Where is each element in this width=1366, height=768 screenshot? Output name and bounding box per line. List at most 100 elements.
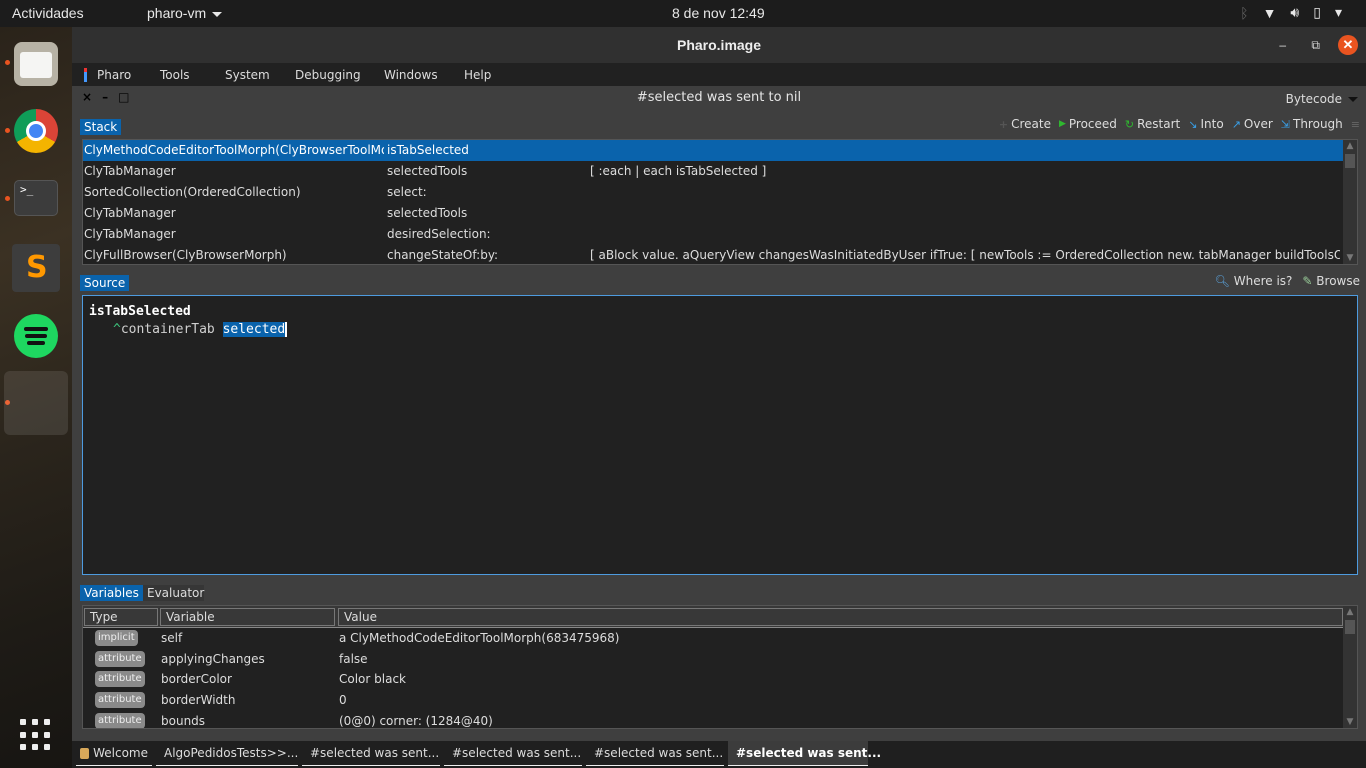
system-menu-caret-icon[interactable]: ▾ [1335, 4, 1342, 21]
variables-tab[interactable]: Variables [80, 585, 143, 601]
browse-button[interactable]: ✎ Browse [1302, 274, 1360, 288]
taskbar-item-browser[interactable]: AlgoPedidosTests>>... [156, 741, 298, 766]
evaluator-tab[interactable]: Evaluator [143, 585, 204, 601]
scroll-up-icon[interactable]: ▲ [1343, 606, 1357, 618]
bluetooth-icon[interactable]: ᛒ [1240, 5, 1248, 21]
volume-icon[interactable]: 🔊︎ [1290, 4, 1299, 21]
create-button[interactable]: + Create [999, 117, 1051, 131]
system-tray[interactable]: ᛒ ▼ 🔊︎ ▯ ▾ [1240, 4, 1342, 21]
column-header-type[interactable]: Type [84, 608, 158, 626]
menu-pharo[interactable]: Pharo [97, 68, 160, 82]
proceed-button[interactable]: ▶ Proceed [1059, 117, 1117, 131]
variable-name: applyingChanges [161, 651, 265, 666]
files-app-icon[interactable] [14, 42, 58, 86]
clock[interactable]: 8 de nov 12:49 [672, 5, 765, 21]
menu-tools[interactable]: Tools [160, 68, 225, 82]
taskbar-item-debugger[interactable]: #selected was sent... [586, 741, 724, 766]
restart-label: Restart [1137, 117, 1181, 131]
variable-row[interactable]: attribute bounds (0@0) corner: (1284@40) [83, 711, 1357, 728]
activities-button[interactable]: Actividades [12, 5, 84, 21]
app-menu-label: pharo-vm [147, 5, 207, 21]
taskbar-item-debugger-active[interactable]: #selected was sent... [728, 741, 881, 766]
running-indicator [5, 196, 10, 201]
pharo-window: Pharo.image – ⧉ ✕ Pharo Tools System Deb… [72, 27, 1366, 768]
task-label: Welcome [93, 746, 148, 760]
where-is-button[interactable]: 🔍︎ Where is? [1215, 274, 1293, 288]
taskbar-item-welcome[interactable]: Welcome [76, 741, 152, 766]
over-button[interactable]: ↗ Over [1232, 117, 1273, 131]
type-badge: attribute [95, 650, 145, 667]
scroll-up-icon[interactable]: ▲ [1343, 140, 1357, 152]
stack-frame-row[interactable]: ClyFullBrowser(ClyBrowserMorph) changeSta… [83, 245, 1357, 264]
toolbar-menu-icon[interactable]: ≡ [1351, 118, 1360, 131]
variables-scrollbar[interactable]: ▲ ▼ [1343, 606, 1357, 728]
proceed-icon: ▶ [1058, 119, 1066, 129]
scroll-down-icon[interactable]: ▼ [1343, 716, 1357, 728]
menu-help[interactable]: Help [464, 68, 491, 82]
variable-row[interactable]: attribute applyingChanges false [83, 649, 1357, 670]
maximize-button[interactable]: ⧉ [1311, 27, 1320, 63]
dock: >_ [0, 27, 72, 768]
wifi-icon[interactable]: ▼ [1263, 5, 1277, 21]
spotify-wave [27, 341, 45, 345]
where-is-icon: 🔍︎ [1214, 274, 1230, 288]
variable-row[interactable]: attribute borderWidth 0 [83, 690, 1357, 711]
source-code-editor[interactable]: isTabSelected ^containerTab selected [82, 295, 1358, 575]
close-button[interactable]: ✕ [1338, 35, 1358, 55]
scroll-down-icon[interactable]: ▼ [1343, 252, 1357, 264]
spotify-wave [24, 327, 48, 331]
variable-row[interactable]: implicit self a ClyMethodCodeEditorToolMor… [83, 628, 1357, 649]
window-titlebar[interactable]: Pharo.image – ⧉ ✕ [72, 27, 1366, 63]
into-button[interactable]: ↘ Into [1188, 117, 1223, 131]
restart-button[interactable]: ↻ Restart [1125, 117, 1180, 131]
browse-icon: ✎ [1302, 274, 1313, 288]
source-tab[interactable]: Source [80, 275, 130, 291]
proceed-label: Proceed [1068, 117, 1117, 131]
stack-frame-row[interactable]: ClyTabManager desiredSelection: [83, 224, 1357, 245]
menu-system[interactable]: System [225, 68, 295, 82]
variable-row[interactable]: attribute borderColor Color black [83, 669, 1357, 690]
battery-icon[interactable]: ▯ [1313, 4, 1321, 21]
pharo-app-icon[interactable] [4, 371, 68, 435]
bytecode-selector[interactable]: Bytecode [1286, 92, 1358, 106]
running-indicator [5, 128, 10, 133]
stack-frame-row[interactable]: ClyTabManager selectedTools[ :each | each… [83, 161, 1357, 182]
column-header-variable[interactable]: Variable [160, 608, 335, 626]
chrome-app-icon[interactable] [14, 109, 58, 153]
type-badge: attribute [95, 671, 145, 688]
variable-name: borderColor [161, 672, 232, 687]
create-label: Create [1011, 117, 1051, 131]
sublime-text-app-icon[interactable] [12, 244, 60, 292]
variables-table[interactable]: Type Variable Value implicit self a ClyMet… [82, 605, 1358, 729]
debugger-titlebar[interactable]: × – □ #selected was sent to nil Bytecode [72, 86, 1366, 111]
taskbar-item-debugger[interactable]: #selected was sent... [444, 741, 582, 766]
type-badge: attribute [95, 712, 145, 728]
return-symbol: ^ [113, 322, 121, 337]
minimize-button[interactable]: – [1279, 27, 1286, 63]
stack-frame-row[interactable]: ClyTabManager selectedTools [83, 203, 1357, 224]
into-label: Into [1200, 117, 1224, 131]
terminal-app-icon[interactable]: >_ [14, 180, 58, 216]
through-button[interactable]: ⇲ Through [1281, 117, 1343, 131]
into-icon: ↘ [1188, 117, 1198, 131]
scroll-thumb[interactable] [1345, 620, 1355, 634]
stack-list[interactable]: ClyMethodCodeEditorToolMorph(ClyBrowserT… [82, 139, 1358, 265]
stack-scrollbar[interactable]: ▲ ▼ [1343, 140, 1357, 264]
variable-value: 0 [339, 693, 347, 708]
column-header-value[interactable]: Value [338, 608, 1343, 626]
menu-windows[interactable]: Windows [384, 68, 464, 82]
show-applications-icon[interactable] [20, 719, 52, 751]
taskbar-item-debugger[interactable]: #selected was sent... [302, 741, 440, 766]
stack-tab[interactable]: Stack [80, 119, 122, 135]
create-icon: + [998, 117, 1009, 131]
over-icon: ↗ [1231, 117, 1241, 131]
pharo-logo-icon [84, 67, 87, 82]
stack-frame-row[interactable]: ClyMethodCodeEditorToolMorph(ClyBrowserT… [83, 140, 1357, 161]
variable-value: (0@0) corner: (1284@40) [339, 713, 493, 728]
stack-frame-row[interactable]: SortedCollection(OrderedCollection) selec… [83, 182, 1357, 203]
spotify-app-icon[interactable] [14, 314, 58, 358]
menu-debugging[interactable]: Debugging [295, 68, 384, 82]
app-menu[interactable]: pharo-vm [147, 5, 223, 21]
pharo-taskbar: Welcome AlgoPedidosTests>>... #selected … [72, 741, 1366, 768]
scroll-thumb[interactable] [1345, 154, 1355, 168]
